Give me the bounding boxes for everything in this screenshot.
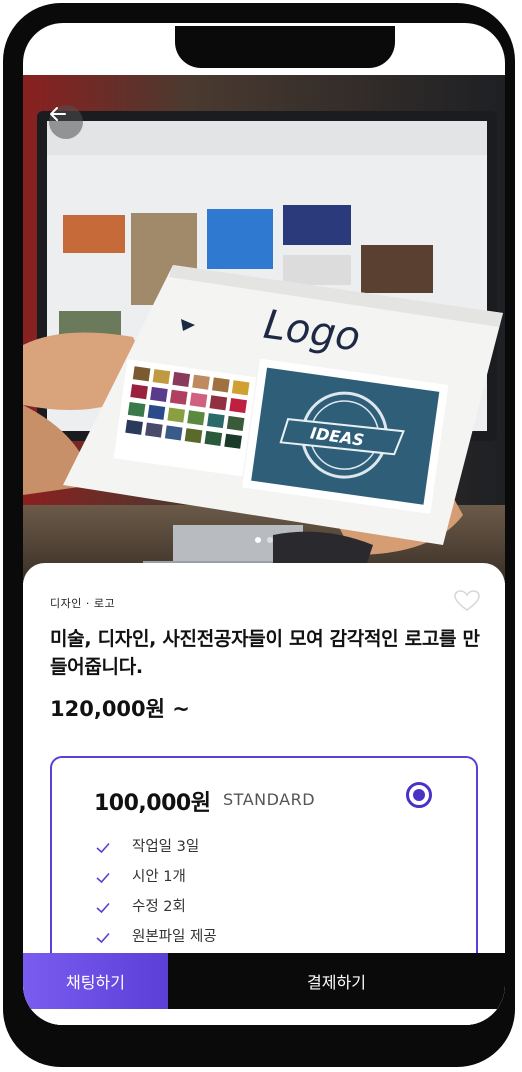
check-icon <box>96 872 110 884</box>
feature-item: 작업일 3일 <box>96 835 217 865</box>
product-title: 미술, 디자인, 사진전공자들이 모여 감각적인 로고를 만들어줍니다. <box>50 628 480 678</box>
product-category: 디자인 · 로고 <box>50 597 116 610</box>
favorite-button[interactable] <box>453 589 481 613</box>
package-radio-selected[interactable] <box>406 782 432 808</box>
package-tier: STANDARD <box>223 790 316 809</box>
feature-label: 수정 2회 <box>132 899 186 915</box>
hero-photo: Logo IDEAS <box>23 75 505 583</box>
feature-item: 수정 2회 <box>96 895 217 925</box>
app-screen: Logo IDEAS 디자인 · 로고 미술, 디자인, 사진전공자들이 모여 … <box>23 23 505 1025</box>
heart-outline-icon <box>454 590 480 611</box>
back-button[interactable] <box>49 105 83 139</box>
home-indicator-area <box>23 1009 505 1025</box>
check-icon <box>96 842 110 854</box>
feature-item: 원본파일 제공 <box>96 925 217 955</box>
bottom-action-bar: 채팅하기 결제하기 <box>23 953 505 1009</box>
chat-button[interactable]: 채팅하기 <box>23 953 168 1009</box>
feature-label: 원본파일 제공 <box>132 929 217 945</box>
carousel-dot-active[interactable] <box>255 537 261 543</box>
carousel-indicator <box>23 537 505 543</box>
package-price: 100,000원 <box>94 791 211 816</box>
check-icon <box>96 902 110 914</box>
arrow-left-icon <box>50 107 66 121</box>
check-icon <box>96 932 110 944</box>
product-price: 120,000원 ~ <box>50 697 190 721</box>
feature-item: 시안 1개 <box>96 865 217 895</box>
device-notch <box>175 26 395 68</box>
package-feature-list: 작업일 3일 시안 1개 수정 2회 원본파일 제공 <box>96 835 217 955</box>
product-image-carousel[interactable]: Logo IDEAS <box>23 75 505 583</box>
feature-label: 시안 1개 <box>132 869 186 885</box>
pay-button[interactable]: 결제하기 <box>168 953 505 1009</box>
feature-label: 작업일 3일 <box>132 839 200 855</box>
carousel-dot[interactable] <box>267 537 273 543</box>
phone-frame: Logo IDEAS 디자인 · 로고 미술, 디자인, 사진전공자들이 모여 … <box>3 3 515 1067</box>
